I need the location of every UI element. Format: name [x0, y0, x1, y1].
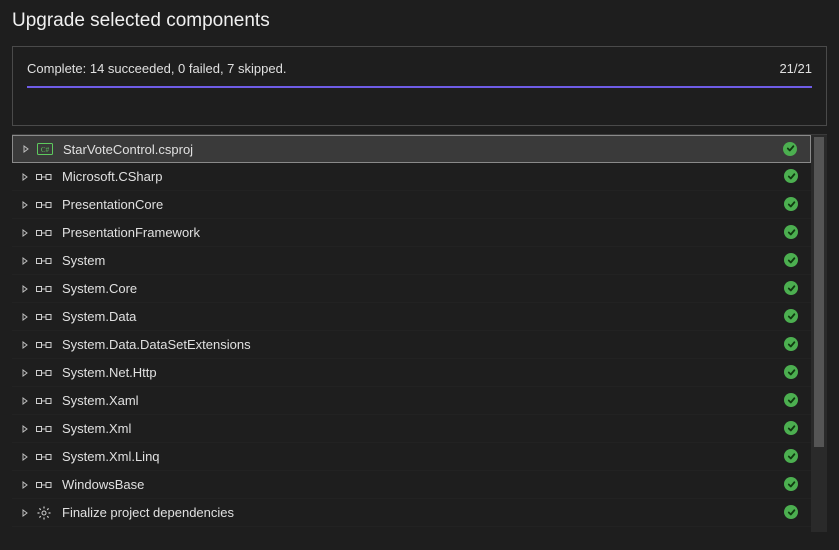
success-icon [784, 393, 799, 408]
ref-icon [36, 450, 52, 464]
expander-icon[interactable] [20, 284, 30, 294]
success-icon [784, 281, 799, 296]
expander-icon[interactable] [20, 312, 30, 322]
page-title: Upgrade selected components [12, 10, 827, 32]
ref-icon [36, 254, 52, 268]
progress-bar [27, 86, 812, 88]
success-icon [784, 449, 799, 464]
expander-icon[interactable] [20, 340, 30, 350]
success-icon [784, 337, 799, 352]
success-icon [784, 477, 799, 492]
ref-icon [36, 170, 52, 184]
list-item-label: System.Xaml [62, 393, 784, 408]
expander-icon[interactable] [20, 508, 30, 518]
list-item[interactable]: System [12, 247, 811, 275]
ref-icon [36, 394, 52, 408]
expander-icon[interactable] [20, 172, 30, 182]
ref-icon [36, 282, 52, 296]
list-item-label: PresentationFramework [62, 225, 784, 240]
ref-icon [36, 422, 52, 436]
success-icon [784, 421, 799, 436]
list-item-label: System.Data.DataSetExtensions [62, 337, 784, 352]
success-icon [784, 365, 799, 380]
ref-icon [36, 338, 52, 352]
list-item[interactable]: PresentationFramework [12, 219, 811, 247]
list-item[interactable]: System.Data [12, 303, 811, 331]
list-item[interactable]: Microsoft.CSharp [12, 163, 811, 191]
success-icon [784, 253, 799, 268]
ref-icon [36, 366, 52, 380]
scrollbar-thumb[interactable] [814, 137, 824, 447]
status-count: 21/21 [779, 61, 812, 76]
expander-icon[interactable] [20, 480, 30, 490]
ref-icon [36, 478, 52, 492]
status-box: Complete: 14 succeeded, 0 failed, 7 skip… [12, 46, 827, 126]
scrollbar[interactable] [811, 135, 827, 532]
expander-icon[interactable] [20, 200, 30, 210]
status-text: Complete: 14 succeeded, 0 failed, 7 skip… [27, 61, 286, 76]
list-item[interactable]: System.Core [12, 275, 811, 303]
expander-icon[interactable] [20, 256, 30, 266]
list-item-label: System.Core [62, 281, 784, 296]
success-icon [784, 197, 799, 212]
list-item-label: System.Net.Http [62, 365, 784, 380]
list-item-label: System [62, 253, 784, 268]
list-item[interactable]: System.Xml.Linq [12, 443, 811, 471]
list-item-label: Microsoft.CSharp [62, 169, 784, 184]
success-icon [784, 225, 799, 240]
svg-text:C#: C# [41, 146, 50, 154]
list-item[interactable]: WindowsBase [12, 471, 811, 499]
expander-icon[interactable] [20, 228, 30, 238]
list-item-label: System.Data [62, 309, 784, 324]
list-item[interactable]: System.Data.DataSetExtensions [12, 331, 811, 359]
list-item-label: WindowsBase [62, 477, 784, 492]
component-list: C# StarVoteControl.csproj Microsoft.CSharp… [12, 135, 811, 532]
expander-icon[interactable] [20, 424, 30, 434]
list-item[interactable]: Finalize project dependencies [12, 499, 811, 527]
expander-icon[interactable] [20, 368, 30, 378]
ref-icon [36, 226, 52, 240]
list-item-label: System.Xml [62, 421, 784, 436]
list-item-label: System.Xml.Linq [62, 449, 784, 464]
expander-icon[interactable] [20, 396, 30, 406]
list-item-label: Finalize project dependencies [62, 505, 784, 520]
list-item[interactable]: System.Xml [12, 415, 811, 443]
expander-icon[interactable] [21, 144, 31, 154]
list-item-label: PresentationCore [62, 197, 784, 212]
list-item[interactable]: PresentationCore [12, 191, 811, 219]
gear-icon [36, 506, 52, 520]
ref-icon [36, 310, 52, 324]
list-item[interactable]: System.Net.Http [12, 359, 811, 387]
success-icon [784, 505, 799, 520]
csproj-icon: C# [37, 142, 53, 156]
success-icon [784, 169, 799, 184]
list-item-label: StarVoteControl.csproj [63, 142, 783, 157]
success-icon [784, 309, 799, 324]
success-icon [783, 142, 798, 157]
list-item[interactable]: C# StarVoteControl.csproj [12, 135, 811, 163]
list-item[interactable]: System.Xaml [12, 387, 811, 415]
ref-icon [36, 198, 52, 212]
expander-icon[interactable] [20, 452, 30, 462]
